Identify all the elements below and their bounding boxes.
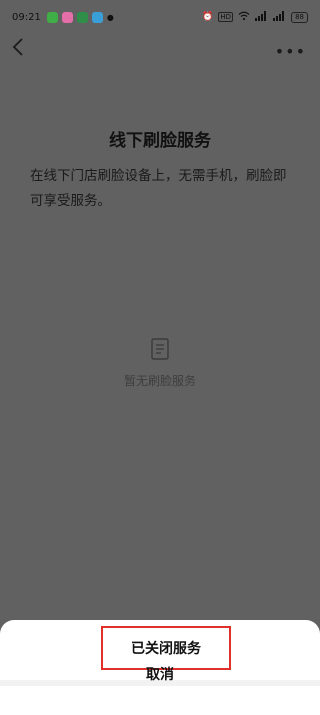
screen: 09:21 ● ⏰ HD 88 ••• 线下刷脸服务 在线下门店刷脸设备上，无需… [0,0,320,715]
network-label: HD [218,12,234,22]
more-dots-icon[interactable]: ••• [275,42,306,61]
status-indicators: ⏰ HD 88 [202,10,308,24]
alarm-icon: ⏰ [202,12,214,22]
signal-icon [255,10,268,24]
store-app-icon [91,11,103,23]
page-title: 线下刷脸服务 [109,131,211,151]
photos-app-icon [61,11,73,23]
notification-dot-icon: ● [106,12,114,22]
wechat-app-icon [46,11,58,23]
back-arrow-icon[interactable] [12,38,28,58]
chat-app-icon [76,11,88,23]
page-description: 在线下门店刷脸设备上，无需手机，刷脸即可享受服务。 [30,168,287,209]
status-bar: 09:21 ● ⏰ HD 88 [0,0,320,34]
cancel-button[interactable]: 取消 [0,664,320,684]
battery-indicator: 88 [291,11,308,23]
wifi-icon [238,11,250,24]
status-app-icons: ● [46,11,114,23]
document-icon [151,338,169,360]
empty-state-text: 暂无刷脸服务 [123,374,196,388]
signal-icon-2 [273,10,286,24]
status-time: 09:21 [12,11,41,23]
